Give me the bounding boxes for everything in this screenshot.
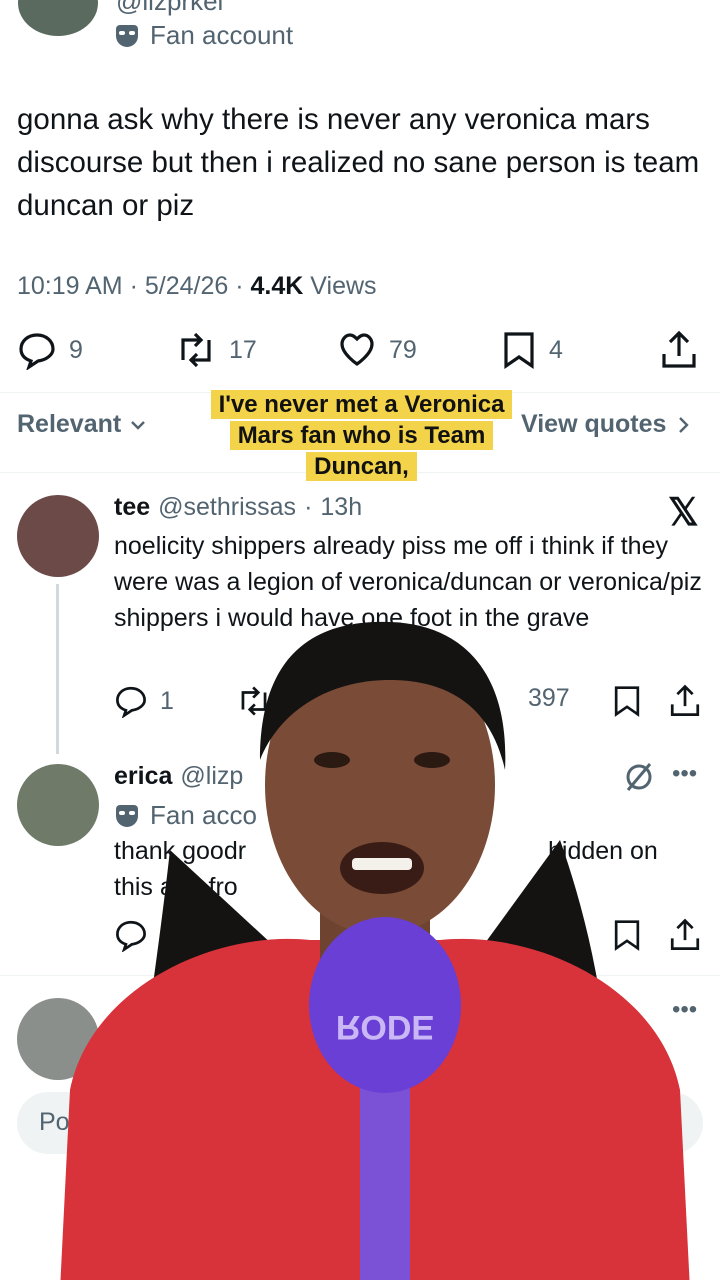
tweet-meta: 10:19 AM · 5/24/26 · 4.4K Views <box>17 272 377 300</box>
chevron-right-icon <box>679 416 690 433</box>
share-icon <box>662 330 696 368</box>
reply-button[interactable]: 9 <box>17 330 83 370</box>
sort-dropdown[interactable]: Relevant <box>17 410 147 439</box>
bookmark-icon <box>504 332 534 370</box>
repost-count: 17 <box>229 335 257 364</box>
reply-time: 13h <box>320 493 363 521</box>
reply-header: tee @sethrissas · 13h <box>114 493 363 522</box>
reply-handle[interactable]: @sethrissas <box>158 493 296 522</box>
reply-count: 9 <box>69 335 83 364</box>
share-button[interactable] <box>659 330 699 370</box>
mask-icon <box>116 24 138 47</box>
sort-label: Relevant <box>17 410 122 438</box>
author-avatar[interactable] <box>18 0 98 36</box>
author-handle[interactable]: @lizprkei <box>116 0 223 17</box>
repost-icon <box>181 332 211 368</box>
like-button[interactable]: 79 <box>337 330 417 370</box>
reply-avatar[interactable] <box>17 495 99 577</box>
views-count: 4.4K <box>250 272 304 300</box>
tweet-time[interactable]: 10:19 AM <box>17 272 123 300</box>
video-caption: I've never met a Veronica Mars fan who i… <box>198 389 525 482</box>
tweet-text: gonna ask why there is never any veronic… <box>17 103 700 222</box>
view-quotes-link[interactable]: View quotes <box>521 410 692 439</box>
presenter-image: RODE <box>60 621 690 1280</box>
tweet-date[interactable]: 5/24/26 <box>145 272 228 300</box>
tweet-actions: 9 17 79 4 <box>17 330 703 374</box>
bookmark-count: 4 <box>549 335 563 364</box>
bookmark-button[interactable]: 4 <box>501 330 563 370</box>
views-label: Views <box>310 272 377 300</box>
reply-icon <box>19 333 55 370</box>
heart-icon <box>340 333 374 366</box>
fan-account-badge: Fan account <box>116 20 293 51</box>
caption-text: I've never met a Veronica Mars fan who i… <box>210 390 513 481</box>
thread-line <box>56 584 59 754</box>
fan-account-label: Fan account <box>150 20 294 50</box>
reply-name[interactable]: tee <box>114 493 150 522</box>
chevron-down-icon <box>131 420 146 430</box>
mic-brand: RODE <box>336 1008 434 1046</box>
repost-button[interactable]: 17 <box>175 330 257 370</box>
view-quotes-label: View quotes <box>521 410 667 438</box>
like-count: 79 <box>389 335 417 364</box>
